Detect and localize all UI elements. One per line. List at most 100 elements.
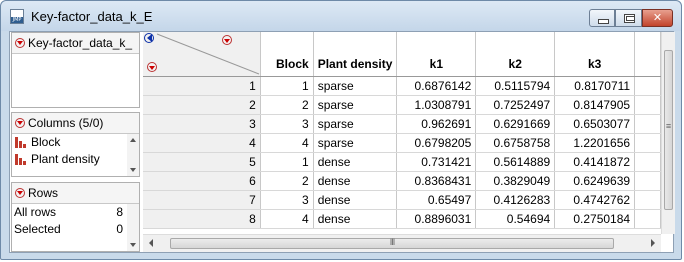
table-row[interactable]: 6 2 dense 0.8368431 0.3829049 0.6249639 <box>143 171 661 191</box>
cell-block[interactable]: 4 <box>260 133 314 153</box>
cell-empty[interactable] <box>634 95 661 115</box>
cell-plant-density[interactable]: sparse <box>313 133 398 153</box>
column-header-empty[interactable] <box>634 32 661 77</box>
close-button[interactable]: ✕ <box>642 9 673 27</box>
cell-k2[interactable]: 0.3829049 <box>475 171 556 191</box>
cell-k2[interactable]: 0.5614889 <box>475 152 556 172</box>
maximize-button[interactable] <box>615 9 642 27</box>
cell-k1[interactable]: 0.65497 <box>396 190 477 210</box>
grid-corner[interactable] <box>143 32 261 77</box>
column-item-block[interactable]: Block <box>12 134 139 151</box>
row-number[interactable]: 6 <box>143 171 261 191</box>
rows-scrollbar[interactable] <box>127 204 139 251</box>
cell-plant-density[interactable]: sparse <box>313 114 398 134</box>
cell-k3[interactable]: 0.6503077 <box>554 114 636 134</box>
cell-block[interactable]: 1 <box>260 76 314 96</box>
column-name: Block <box>31 135 61 149</box>
cell-k1[interactable]: 0.962691 <box>396 114 477 134</box>
scroll-down-arrow-icon[interactable] <box>130 168 136 172</box>
scroll-left-arrow-icon[interactable] <box>149 239 153 247</box>
vertical-scrollbar[interactable] <box>661 32 675 234</box>
cell-plant-density[interactable]: dense <box>313 209 398 229</box>
cell-k3[interactable]: 0.8170711 <box>554 76 636 96</box>
rows-stat-all[interactable]: All rows 8 <box>12 204 139 221</box>
cell-k2[interactable]: 0.7252497 <box>475 95 556 115</box>
cell-block[interactable]: 2 <box>260 95 314 115</box>
cell-block[interactable]: 3 <box>260 114 314 134</box>
column-header-plant-density[interactable]: Plant density <box>313 32 398 77</box>
cell-k1[interactable]: 0.8368431 <box>396 171 477 191</box>
cell-block[interactable]: 4 <box>260 209 314 229</box>
continuous-bars-icon <box>15 137 26 148</box>
column-header-k1[interactable]: k1 <box>396 32 477 77</box>
cell-k1[interactable]: 1.0308791 <box>396 95 477 115</box>
cell-plant-density[interactable]: dense <box>313 171 398 191</box>
horizontal-scroll-thumb[interactable]: III <box>170 237 614 249</box>
column-item-plant-density[interactable]: Plant density <box>12 151 139 168</box>
row-number[interactable]: 5 <box>143 152 261 172</box>
table-row[interactable]: 1 1 sparse 0.6876142 0.5115794 0.8170711 <box>143 76 661 96</box>
cell-k1[interactable]: 0.6876142 <box>396 76 477 96</box>
table-row[interactable]: 5 1 dense 0.731421 0.5614889 0.4141872 <box>143 152 661 172</box>
cell-k3[interactable]: 0.8147905 <box>554 95 636 115</box>
column-header-k2[interactable]: k2 <box>475 32 556 77</box>
cell-empty[interactable] <box>634 209 661 229</box>
cell-k3[interactable]: 0.2750184 <box>554 209 636 229</box>
cell-k3[interactable]: 0.4141872 <box>554 152 636 172</box>
cell-plant-density[interactable]: dense <box>313 190 398 210</box>
scroll-grip: III <box>389 237 396 247</box>
cell-plant-density[interactable]: sparse <box>313 95 398 115</box>
row-number[interactable]: 3 <box>143 114 261 134</box>
selection-arrow-icon[interactable] <box>147 34 152 42</box>
cell-k1[interactable]: 0.8896031 <box>396 209 477 229</box>
row-number[interactable]: 4 <box>143 133 261 153</box>
cell-k3[interactable]: 0.6249639 <box>554 171 636 191</box>
vertical-scroll-thumb[interactable] <box>664 50 673 210</box>
scroll-right-arrow-icon[interactable] <box>651 239 655 247</box>
scroll-up-arrow-icon[interactable] <box>130 138 136 142</box>
rows-header[interactable]: Rows <box>12 183 139 204</box>
scroll-down-arrow-icon[interactable] <box>130 243 136 247</box>
cell-k2[interactable]: 0.54694 <box>475 209 556 229</box>
cell-k2[interactable]: 0.6758758 <box>475 133 556 153</box>
row-number[interactable]: 2 <box>143 95 261 115</box>
row-number[interactable]: 1 <box>143 76 261 96</box>
cell-k1[interactable]: 0.6798205 <box>396 133 477 153</box>
minimize-button[interactable] <box>589 9 615 27</box>
column-header-block[interactable]: Block <box>260 32 314 77</box>
cell-empty[interactable] <box>634 76 661 96</box>
table-row[interactable]: 3 3 sparse 0.962691 0.6291669 0.6503077 <box>143 114 661 134</box>
cell-block[interactable]: 3 <box>260 190 314 210</box>
cell-block[interactable]: 2 <box>260 171 314 191</box>
table-row[interactable]: 4 4 sparse 0.6798205 0.6758758 1.2201656 <box>143 133 661 153</box>
cell-k1[interactable]: 0.731421 <box>396 152 477 172</box>
columns-scrollbar[interactable] <box>127 134 139 176</box>
cell-k3[interactable]: 1.2201656 <box>554 133 636 153</box>
rows-stat-selected[interactable]: Selected 0 <box>12 221 139 238</box>
cell-empty[interactable] <box>634 114 661 134</box>
horizontal-scrollbar[interactable]: III <box>143 234 661 252</box>
cell-empty[interactable] <box>634 190 661 210</box>
cell-block[interactable]: 1 <box>260 152 314 172</box>
red-triangle-menu-icon[interactable] <box>15 188 25 198</box>
table-row[interactable]: 7 3 dense 0.65497 0.4126283 0.4742762 <box>143 190 661 210</box>
columns-header[interactable]: Columns (5/0) <box>12 113 139 134</box>
cell-k3[interactable]: 0.4742762 <box>554 190 636 210</box>
cell-k2[interactable]: 0.5115794 <box>475 76 556 96</box>
cell-empty[interactable] <box>634 152 661 172</box>
cell-plant-density[interactable]: dense <box>313 152 398 172</box>
table-row[interactable]: 2 2 sparse 1.0308791 0.7252497 0.8147905 <box>143 95 661 115</box>
table-name-header[interactable]: Key-factor_data_k_ <box>12 33 139 54</box>
cell-empty[interactable] <box>634 133 661 153</box>
table-row[interactable]: 8 4 dense 0.8896031 0.54694 0.2750184 <box>143 209 661 229</box>
cell-k2[interactable]: 0.6291669 <box>475 114 556 134</box>
red-triangle-menu-icon[interactable] <box>15 38 25 48</box>
cell-plant-density[interactable]: sparse <box>313 76 398 96</box>
cell-k2[interactable]: 0.4126283 <box>475 190 556 210</box>
red-triangle-menu-icon[interactable] <box>15 118 25 128</box>
column-header-k3[interactable]: k3 <box>554 32 636 77</box>
title-bar[interactable]: JMP Key-factor_data_k_E ✕ <box>1 1 681 31</box>
cell-empty[interactable] <box>634 171 661 191</box>
row-number[interactable]: 7 <box>143 190 261 210</box>
row-number[interactable]: 8 <box>143 209 261 229</box>
